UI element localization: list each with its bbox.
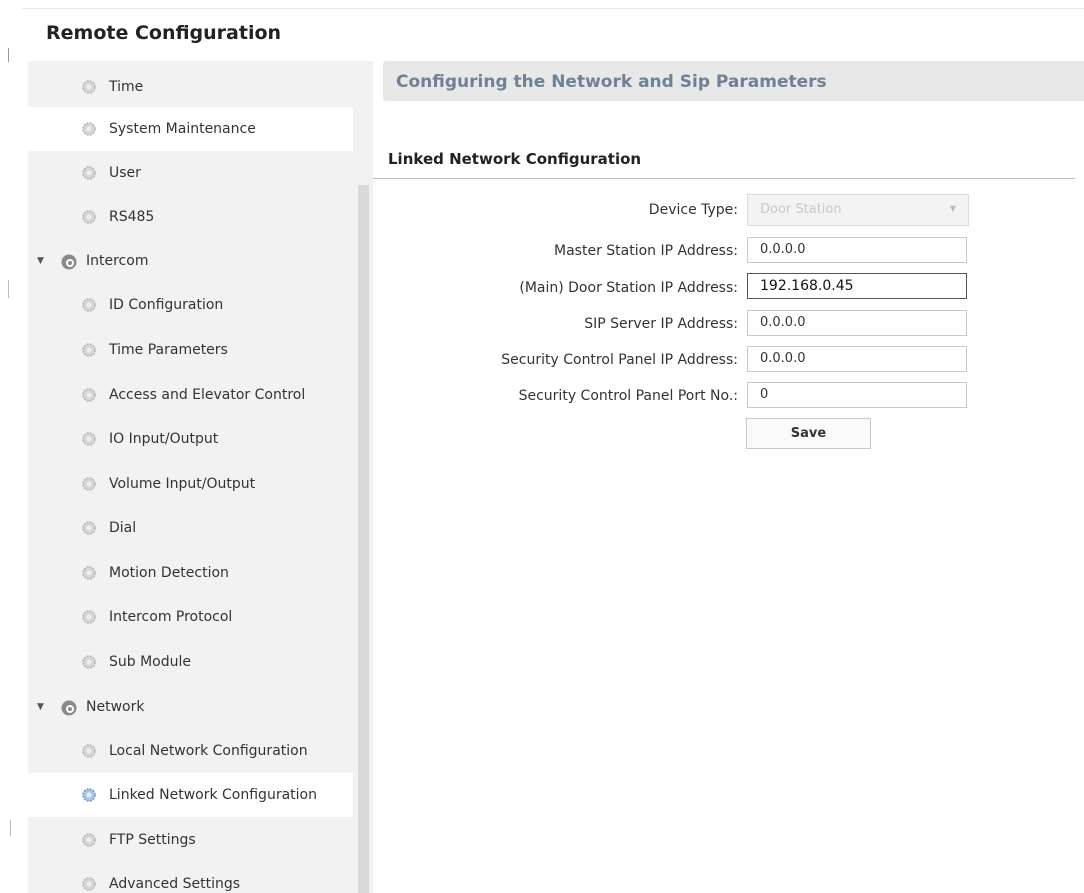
sidebar-item-rs485[interactable]: RS485 <box>28 195 353 239</box>
sidebar-item-dial[interactable]: Dial <box>28 506 353 550</box>
sidebar-item-motion-detection[interactable]: Motion Detection <box>28 551 353 595</box>
sidebar-item-label: Dial <box>109 520 137 536</box>
sidebar-item-label: Linked Network Configuration <box>109 787 317 803</box>
gear-icon <box>81 342 97 358</box>
sidebar-item-label: IO Input/Output <box>109 431 219 447</box>
caret-down-icon[interactable]: ▼ <box>37 256 45 266</box>
device-type-select: Door Station ▼ <box>747 194 969 226</box>
window-edge-mark <box>10 820 11 836</box>
sidebar-group-label: Network <box>86 699 145 715</box>
security-panel-port-label: Security Control Panel Port No.: <box>518 388 738 404</box>
device-type-value: Door Station <box>760 202 842 217</box>
sidebar-item-volume-input-output[interactable]: Volume Input/Output <box>28 462 353 506</box>
window-edge-mark <box>8 48 9 62</box>
gear-icon <box>81 565 97 581</box>
sidebar-item-label: Time <box>109 79 144 95</box>
gear-icon <box>81 609 97 625</box>
sidebar-item-linked-network-configuration[interactable]: Linked Network Configuration <box>28 773 353 817</box>
chevron-down-icon: ▼ <box>949 204 956 213</box>
sip-server-ip-input[interactable]: 0.0.0.0 <box>747 310 967 336</box>
security-panel-ip-label: Security Control Panel IP Address: <box>501 352 738 368</box>
sidebar-item-label: Access and Elevator Control <box>109 387 306 403</box>
sidebar-item-label: Volume Input/Output <box>109 476 256 492</box>
sidebar-item-id-configuration[interactable]: ID Configuration <box>28 283 353 327</box>
sidebar-item-intercom-protocol[interactable]: Intercom Protocol <box>28 595 353 639</box>
main-door-station-ip-label: (Main) Door Station IP Address: <box>519 280 738 296</box>
app-title: Remote Configuration <box>46 22 282 44</box>
sidebar-item-ftp-settings[interactable]: FTP Settings <box>28 818 353 862</box>
sidebar-item-sub-module[interactable]: Sub Module <box>28 640 353 684</box>
sidebar-item-label: RS485 <box>109 209 155 225</box>
sidebar-item-time[interactable]: Time <box>28 65 353 109</box>
sidebar-group-intercom[interactable]: ▼ Intercom <box>28 239 353 283</box>
settings-globe-icon <box>60 699 77 716</box>
sidebar-group-label: Intercom <box>86 253 149 269</box>
sidebar-item-label: ID Configuration <box>109 297 224 313</box>
page-title: Configuring the Network and Sip Paramete… <box>396 72 827 92</box>
gear-icon <box>81 743 97 759</box>
sidebar-item-time-parameters[interactable]: Time Parameters <box>28 328 353 372</box>
sidebar-item-label: Local Network Configuration <box>109 743 308 759</box>
sidebar-item-label: Time Parameters <box>109 342 228 358</box>
section-divider <box>373 178 1075 179</box>
gear-icon <box>81 209 97 225</box>
master-station-ip-input[interactable]: 0.0.0.0 <box>747 237 967 263</box>
sidebar-scrollbar[interactable] <box>358 185 369 893</box>
sidebar-item-io-input-output[interactable]: IO Input/Output <box>28 417 353 461</box>
sidebar-item-label: System Maintenance <box>109 121 256 137</box>
gear-icon <box>81 121 97 137</box>
sidebar-item-label: Motion Detection <box>109 565 229 581</box>
gear-icon <box>81 297 97 313</box>
sidebar-item-local-network-configuration[interactable]: Local Network Configuration <box>28 729 353 773</box>
device-type-label: Device Type: <box>648 202 738 218</box>
gear-icon <box>81 787 97 803</box>
gear-icon <box>81 876 97 892</box>
sidebar-group-network[interactable]: ▼ Network <box>28 685 353 729</box>
gear-icon <box>81 431 97 447</box>
sidebar-item-advanced-settings[interactable]: Advanced Settings <box>28 862 353 893</box>
sidebar: Time System Maintenance User RS485 ▼ Int… <box>28 61 373 893</box>
gear-icon <box>81 476 97 492</box>
security-panel-ip-input[interactable]: 0.0.0.0 <box>747 346 967 372</box>
sidebar-item-label: User <box>109 165 141 181</box>
sidebar-item-label: Intercom Protocol <box>109 609 233 625</box>
sip-server-ip-label: SIP Server IP Address: <box>584 316 738 332</box>
section-title: Linked Network Configuration <box>388 150 642 168</box>
save-button[interactable]: Save <box>746 418 871 449</box>
top-divider <box>22 8 1084 9</box>
settings-globe-icon <box>60 253 77 270</box>
window-edge-mark <box>8 280 9 298</box>
gear-icon <box>81 654 97 670</box>
master-station-ip-label: Master Station IP Address: <box>554 243 738 259</box>
main-door-station-ip-input[interactable]: 192.168.0.45 <box>747 273 967 299</box>
gear-icon <box>81 520 97 536</box>
gear-icon <box>81 165 97 181</box>
sidebar-item-user[interactable]: User <box>28 151 353 195</box>
sidebar-item-access-elevator-control[interactable]: Access and Elevator Control <box>28 373 353 417</box>
gear-icon <box>81 832 97 848</box>
gear-icon <box>81 387 97 403</box>
caret-down-icon[interactable]: ▼ <box>37 702 45 712</box>
sidebar-item-label: FTP Settings <box>109 832 196 848</box>
security-panel-port-input[interactable]: 0 <box>747 382 967 408</box>
gear-icon <box>81 79 97 95</box>
sidebar-item-system-maintenance[interactable]: System Maintenance <box>28 107 353 151</box>
sidebar-item-label: Advanced Settings <box>109 876 241 892</box>
sidebar-item-label: Sub Module <box>109 654 192 670</box>
